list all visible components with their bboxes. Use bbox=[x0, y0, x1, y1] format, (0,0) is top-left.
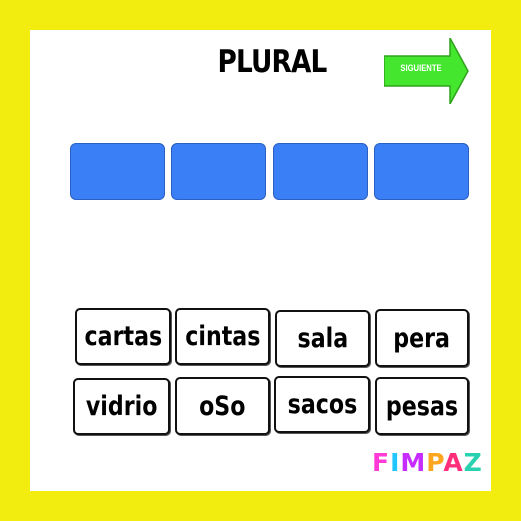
word-card-pera[interactable]: pera bbox=[375, 309, 469, 367]
brand-logo: FIMPAZ bbox=[372, 448, 483, 477]
brand-letter: M bbox=[400, 448, 427, 477]
next-button[interactable]: SIGUIENTE bbox=[384, 38, 472, 104]
next-button-label: SIGUIENTE bbox=[400, 63, 442, 73]
answer-slot-2[interactable] bbox=[171, 143, 266, 200]
word-card-cintas[interactable]: cintas bbox=[175, 308, 270, 365]
brand-letter: F bbox=[372, 448, 391, 477]
word-card-pesas[interactable]: pesas bbox=[375, 377, 469, 435]
word-card-sacos[interactable]: sacos bbox=[274, 376, 370, 433]
word-card-cartas[interactable]: cartas bbox=[75, 308, 171, 365]
brand-letter: A bbox=[443, 448, 464, 477]
game-board: PLURAL SIGUIENTE cartas cintas sala pera… bbox=[30, 30, 491, 491]
answer-slot-1[interactable] bbox=[70, 143, 165, 200]
brand-letter: Z bbox=[463, 448, 483, 477]
answer-slot-4[interactable] bbox=[374, 143, 469, 200]
brand-letter: P bbox=[426, 448, 444, 477]
answer-slot-3[interactable] bbox=[273, 143, 368, 200]
brand-letter: I bbox=[390, 448, 401, 477]
page-title: PLURAL bbox=[217, 44, 328, 80]
word-card-sala[interactable]: sala bbox=[275, 310, 370, 367]
word-card-vidrio[interactable]: vidrio bbox=[73, 378, 170, 435]
word-card-oso[interactable]: oSo bbox=[175, 377, 270, 435]
